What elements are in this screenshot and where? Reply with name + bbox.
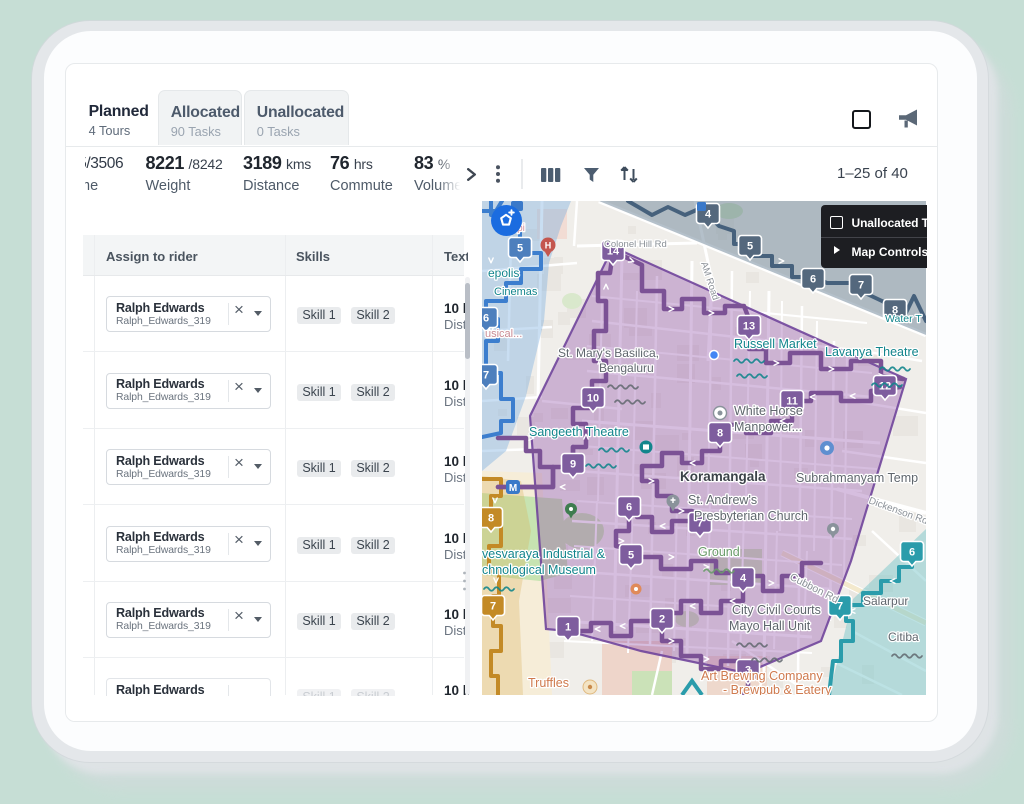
svg-text:7: 7 xyxy=(490,601,496,613)
svg-text:7: 7 xyxy=(858,280,864,292)
svg-text:epolis: epolis xyxy=(488,266,519,280)
svg-text:H: H xyxy=(545,241,552,251)
svg-text:8: 8 xyxy=(717,428,723,440)
svg-text:chnological Museum: chnological Museum xyxy=(482,563,596,577)
svg-text:Russell Market: Russell Market xyxy=(734,337,817,351)
svg-text:6: 6 xyxy=(810,274,816,286)
svg-text:Bengaluru: Bengaluru xyxy=(599,361,654,375)
svg-text:4: 4 xyxy=(705,209,712,221)
svg-text:6: 6 xyxy=(483,313,489,325)
svg-text:5: 5 xyxy=(517,243,523,255)
svg-text:13: 13 xyxy=(743,321,755,333)
svg-text:Mayo Hall Unit: Mayo Hall Unit xyxy=(729,619,811,633)
svg-text:White Horse: White Horse xyxy=(734,404,803,418)
svg-text:Water T: Water T xyxy=(885,313,922,325)
svg-text:St. Andrew's: St. Andrew's xyxy=(688,493,757,507)
svg-text:M: M xyxy=(509,483,517,494)
svg-text:8: 8 xyxy=(488,513,494,525)
svg-text:7: 7 xyxy=(483,370,489,382)
svg-text:9: 9 xyxy=(570,459,576,471)
svg-text:5: 5 xyxy=(747,241,753,253)
svg-text:Cinemas: Cinemas xyxy=(494,286,538,298)
svg-text:vesvaraya Industrial &: vesvaraya Industrial & xyxy=(482,547,606,561)
svg-text:Koramangala: Koramangala xyxy=(680,469,766,484)
svg-text:City Civil Courts: City Civil Courts xyxy=(732,603,821,617)
svg-text:Sangeeth Theatre: Sangeeth Theatre xyxy=(529,425,629,439)
svg-text:Colonel Hill Rd: Colonel Hill Rd xyxy=(604,239,667,250)
svg-text:usical...: usical... xyxy=(485,328,522,340)
svg-text:Truffles: Truffles xyxy=(528,676,569,690)
svg-text:Subrahmanyam Temp: Subrahmanyam Temp xyxy=(796,471,918,485)
svg-text:4: 4 xyxy=(740,573,747,585)
svg-text:Manpower...: Manpower... xyxy=(734,420,802,434)
svg-text:St. Mary's Basilica,: St. Mary's Basilica, xyxy=(558,346,659,360)
svg-text:2: 2 xyxy=(659,614,665,626)
svg-text:Presbyterian Church: Presbyterian Church xyxy=(694,509,808,523)
svg-text:6: 6 xyxy=(626,502,632,514)
svg-text:6: 6 xyxy=(909,547,915,559)
svg-text:1: 1 xyxy=(565,622,571,634)
svg-text:Art Brewing Company: Art Brewing Company xyxy=(701,669,823,683)
svg-text:- Brewpub & Eatery: - Brewpub & Eatery xyxy=(723,683,832,695)
svg-text:Lavanya Theatre: Lavanya Theatre xyxy=(825,345,919,359)
svg-text:10: 10 xyxy=(587,393,599,405)
svg-text:7: 7 xyxy=(837,601,843,613)
svg-text:5: 5 xyxy=(628,550,634,562)
svg-text:Ground: Ground xyxy=(698,545,740,559)
svg-text:Citiba: Citiba xyxy=(888,630,919,644)
svg-text:Salarpur: Salarpur xyxy=(863,594,908,608)
